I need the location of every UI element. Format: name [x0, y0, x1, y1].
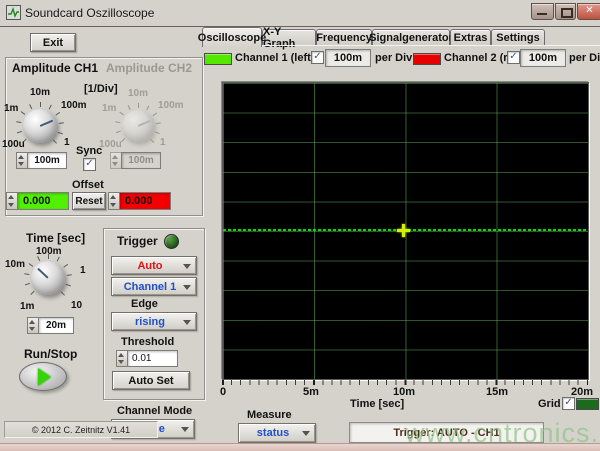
knob-label: 1m — [20, 301, 34, 312]
edge-label: Edge — [131, 298, 158, 310]
runstop-button[interactable] — [19, 362, 67, 391]
amplitude-unit-label: [1/Div] — [84, 83, 118, 95]
copyright-label: © 2012 C. Zeitnitz V1.41 — [4, 421, 158, 438]
knob-label: 100m — [158, 100, 184, 111]
chevron-down-icon — [302, 431, 310, 436]
channel2-checkbox[interactable]: ✓ — [507, 51, 520, 64]
x-axis-label: Time [sec] — [350, 398, 404, 410]
x-tick-label: 0 — [220, 386, 226, 398]
chevron-down-icon — [183, 320, 191, 325]
trigger-mode-value: Auto — [137, 260, 162, 272]
measure-value: status — [257, 427, 289, 439]
time-knob[interactable] — [31, 261, 65, 295]
runstop-label: Run/Stop — [24, 347, 77, 361]
chevron-down-icon — [183, 264, 191, 269]
window-title: Soundcard Oszilloscope — [25, 6, 154, 20]
trigger-title: Trigger — [117, 234, 158, 248]
knob-needle — [37, 268, 49, 279]
knob-label: 1m — [4, 103, 18, 114]
x-axis-ticks — [222, 380, 588, 385]
offset-ch2-value[interactable]: 0.000 — [119, 192, 171, 210]
cursor-crosshair[interactable] — [397, 229, 410, 232]
knob-label: 10m — [128, 88, 148, 99]
channel2-color-swatch — [413, 53, 441, 65]
tab-signalgenerator[interactable]: Signalgenerator — [372, 29, 450, 46]
channel-mode-label: Channel Mode — [117, 405, 192, 417]
knob-label: 10m — [30, 87, 50, 98]
threshold-value[interactable]: 0.01 — [127, 350, 178, 367]
sync-checkbox[interactable]: ✓ — [83, 158, 96, 171]
x-tick-label: 10m — [393, 386, 415, 398]
channel1-perdiv-unit: per Div — [375, 52, 412, 64]
trigger-source-value: Channel 1 — [124, 281, 177, 293]
amplitude-ch1-value[interactable]: 100m — [27, 152, 67, 169]
tab-panel-edge — [207, 45, 600, 46]
x-tick-label: 15m — [486, 386, 508, 398]
knob-label: 100u — [99, 139, 122, 150]
knob-label: 100m — [36, 246, 62, 257]
app-icon — [6, 5, 21, 20]
offset-ch1-value[interactable]: 0.000 — [17, 192, 69, 210]
minimize-button[interactable] — [531, 3, 554, 20]
maximize-icon — [561, 8, 573, 18]
play-icon — [38, 368, 51, 386]
watermark: www.cntronics.com — [405, 418, 600, 449]
time-title: Time [sec] — [26, 231, 85, 245]
channel2-perdiv-value[interactable]: 100m — [520, 49, 566, 67]
amplitude-ch2-title: Amplitude CH2 — [106, 61, 192, 75]
autoset-button[interactable]: Auto Set — [112, 371, 190, 390]
knob-label: 1m — [102, 103, 116, 114]
tab-extras[interactable]: Extras — [450, 29, 491, 46]
knob-needle — [138, 120, 151, 127]
tab-oscilloscope[interactable]: Oscilloscope — [202, 27, 262, 47]
minimize-icon — [537, 13, 547, 15]
knob-ticks — [31, 261, 65, 295]
amplitude-ch2-value[interactable]: 100m — [121, 152, 161, 169]
channel1-color-swatch — [204, 53, 232, 65]
grid-checkbox[interactable]: ✓ — [562, 397, 575, 410]
offset-title: Offset — [72, 179, 104, 191]
grid-label: Grid — [538, 398, 561, 410]
amplitude-ch2-knob[interactable] — [122, 110, 154, 142]
knob-label: 1 — [160, 137, 166, 148]
channel2-perdiv-unit: per Div — [569, 52, 600, 64]
knob-label: 100m — [61, 100, 87, 111]
maximize-button[interactable] — [555, 3, 576, 20]
trigger-source-dropdown[interactable]: Channel 1 — [111, 277, 197, 296]
measure-dropdown[interactable]: status — [238, 423, 316, 443]
offset-reset-button[interactable]: Reset — [72, 192, 106, 210]
knob-label: 100u — [2, 139, 25, 150]
x-tick-label: 5m — [303, 386, 319, 398]
chevron-down-icon — [183, 285, 191, 290]
channel1-perdiv-value[interactable]: 100m — [325, 49, 371, 67]
tab-frequency[interactable]: Frequency — [316, 29, 372, 46]
knob-label: 10m — [5, 259, 25, 270]
amplitude-ch1-knob[interactable] — [23, 109, 57, 143]
trigger-mode-dropdown[interactable]: Auto — [111, 256, 197, 275]
close-button[interactable]: ✕ — [577, 3, 600, 20]
tab-xy-graph[interactable]: X-Y Graph — [262, 29, 316, 46]
chevron-down-icon — [181, 427, 189, 432]
trigger-led — [164, 234, 179, 249]
grid-color-swatch[interactable] — [576, 398, 599, 410]
knob-label: 1 — [80, 265, 86, 276]
channel1-checkbox[interactable]: ✓ — [311, 51, 324, 64]
knob-label: 10 — [71, 300, 82, 311]
time-value[interactable]: 20m — [38, 317, 74, 334]
amplitude-ch1-title: Amplitude CH1 — [12, 61, 98, 75]
knob-label: 1 — [64, 137, 70, 148]
scope-display[interactable] — [222, 82, 589, 380]
tab-settings[interactable]: Settings — [491, 29, 545, 46]
channel1-label: Channel 1 (left) — [235, 52, 314, 64]
knob-needle — [40, 120, 54, 127]
close-icon: ✕ — [578, 5, 600, 16]
threshold-label: Threshold — [121, 336, 174, 348]
edge-dropdown[interactable]: rising — [111, 312, 197, 331]
edge-value: rising — [135, 316, 165, 328]
exit-button[interactable]: Exit — [30, 33, 76, 52]
measure-label: Measure — [247, 409, 292, 421]
